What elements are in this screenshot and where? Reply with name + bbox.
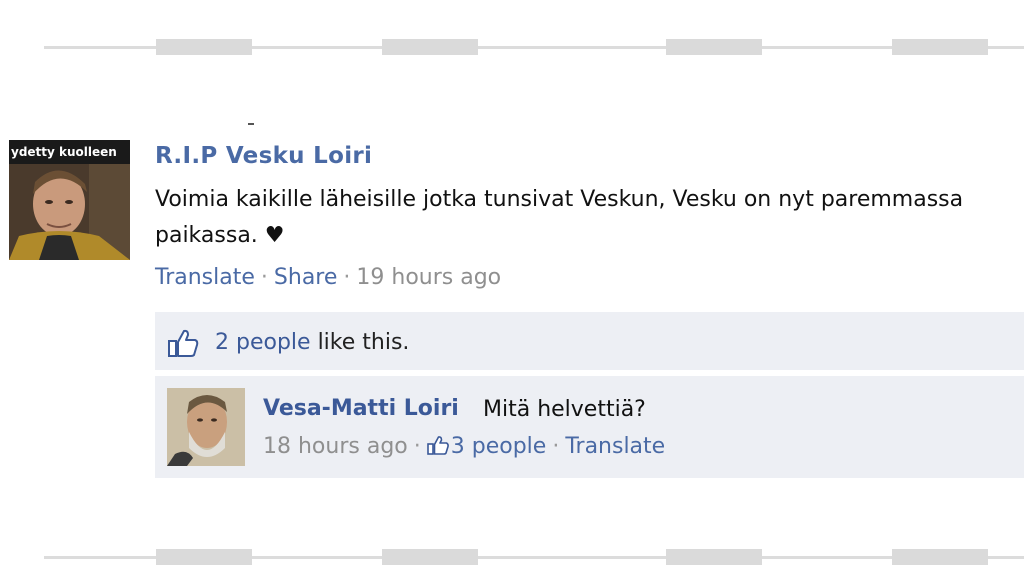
likes-suffix: like this. [317, 330, 410, 355]
translate-link[interactable]: Translate [155, 265, 255, 290]
comment-timestamp[interactable]: 18 hours ago [263, 434, 408, 459]
facebook-post-page: ydetty kuolleen R.I.P Vesku Loiri Voimia… [0, 0, 1024, 576]
comment-author-avatar[interactable] [167, 388, 245, 466]
like-thumb-icon [168, 329, 199, 357]
comment-text: Mitä helvettiä? [483, 397, 646, 422]
divider-segment [666, 549, 762, 565]
post-author-avatar[interactable]: ydetty kuolleen [9, 140, 130, 260]
divider-segment [892, 549, 988, 565]
meta-separator: · [413, 434, 421, 459]
divider-segment [156, 39, 252, 55]
meta-separator: · [343, 265, 351, 290]
like-thumb-icon [426, 436, 449, 455]
meta-separator: · [260, 265, 268, 290]
divider-segment [382, 39, 478, 55]
bottom-divider [44, 549, 1024, 565]
likes-summary: 2 people like this. [215, 330, 409, 355]
comment-meta: 18 hours ago · 3 people · Translate [263, 434, 665, 459]
comment-translate-link[interactable]: Translate [565, 434, 665, 459]
comment-likes-link[interactable]: 3 people [426, 434, 547, 459]
comment-avatar-photo [167, 388, 245, 466]
likes-box: 2 people like this. [155, 312, 1024, 370]
comment-likes-count: 3 people [450, 434, 547, 459]
avatar-caption: ydetty kuolleen [9, 140, 130, 164]
top-divider [44, 39, 1024, 55]
divider-segment [666, 39, 762, 55]
decorative-mark [248, 123, 254, 125]
comment: Vesa-Matti Loiri Mitä helvettiä? 18 hour… [155, 374, 1024, 478]
post-timestamp[interactable]: 19 hours ago [356, 265, 501, 290]
likes-count-link[interactable]: 2 people [215, 330, 311, 355]
post-author-name[interactable]: R.I.P Vesku Loiri [155, 143, 372, 169]
avatar-photo [9, 164, 130, 260]
share-link[interactable]: Share [274, 265, 338, 290]
divider-segment [892, 39, 988, 55]
divider-segment [156, 549, 252, 565]
post-meta: Translate · Share · 19 hours ago [155, 265, 501, 290]
post-text: Voimia kaikille läheisille jotka tunsiva… [155, 187, 964, 248]
divider-segment [382, 549, 478, 565]
comment-author-name[interactable]: Vesa-Matti Loiri [263, 396, 459, 421]
meta-separator: · [552, 434, 560, 459]
